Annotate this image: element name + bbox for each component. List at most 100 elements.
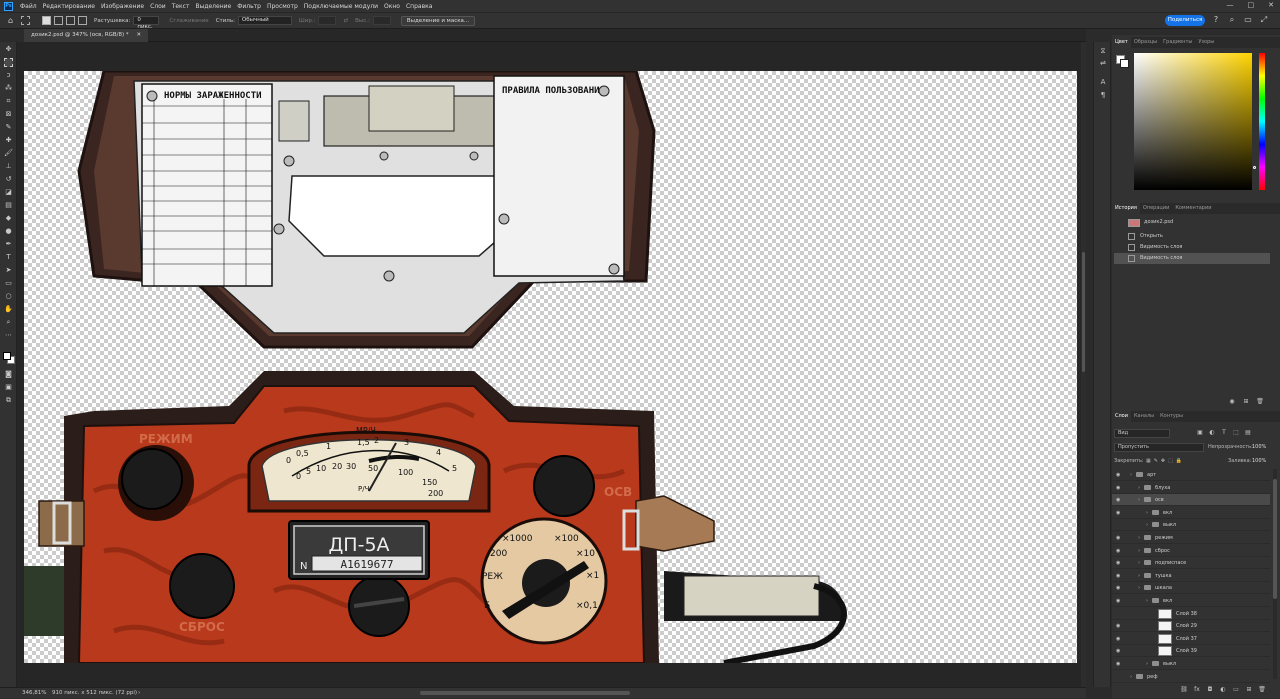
layer-filter-select[interactable]: Вид bbox=[1114, 429, 1170, 438]
layer-group-row[interactable]: › выкл bbox=[1112, 519, 1270, 532]
menu-item[interactable]: Подключаемые модули bbox=[301, 3, 381, 10]
expand-icon[interactable]: ⤢ bbox=[1259, 15, 1269, 25]
panel-tab[interactable]: Контуры bbox=[1157, 411, 1186, 422]
zoom-tool-icon[interactable]: ⌕ bbox=[4, 318, 13, 327]
layer-group-row[interactable]: ◉ › шкала bbox=[1112, 582, 1270, 595]
visibility-eye-icon[interactable]: ◉ bbox=[1116, 485, 1124, 491]
rect-marquee-tool-icon[interactable] bbox=[4, 58, 13, 67]
panel-tab[interactable]: Образцы bbox=[1131, 37, 1160, 48]
history-item[interactable]: Открыть bbox=[1114, 231, 1270, 242]
horizontal-scroll-thumb[interactable] bbox=[420, 691, 630, 695]
panel-tab[interactable]: Градиенты bbox=[1160, 37, 1195, 48]
visibility-eye-icon[interactable]: ◉ bbox=[1116, 472, 1124, 478]
layer-style-icon[interactable]: fx bbox=[1193, 686, 1201, 694]
blend-mode-select[interactable]: Пропустить bbox=[1114, 443, 1204, 452]
layer-row[interactable]: ◉ Слой 37 bbox=[1112, 633, 1270, 645]
frame-tool-icon[interactable]: ⊠ bbox=[4, 110, 13, 119]
layer-row[interactable]: Слой 38 bbox=[1112, 608, 1270, 620]
height-input[interactable] bbox=[372, 16, 391, 25]
visibility-eye-icon[interactable]: ◉ bbox=[1116, 585, 1124, 591]
gradient-tool-icon[interactable]: ▤ bbox=[4, 201, 13, 210]
panel-tab[interactable]: Операции bbox=[1140, 203, 1172, 214]
history-item[interactable]: Видимость слоя bbox=[1114, 242, 1270, 253]
filter-shape-icon[interactable]: ⬚ bbox=[1232, 429, 1240, 437]
minimize-icon[interactable]: — bbox=[1227, 1, 1234, 9]
layer-group-row[interactable]: › реф bbox=[1112, 671, 1270, 683]
background-swatch[interactable] bbox=[1120, 59, 1129, 68]
panel-tab[interactable]: Слои bbox=[1112, 411, 1131, 422]
menu-item[interactable]: Файл bbox=[17, 3, 40, 10]
chevron-icon[interactable]: › bbox=[1146, 658, 1148, 670]
maximize-icon[interactable]: □ bbox=[1248, 1, 1255, 9]
lock-icons[interactable]: ▦✎✥⬚🔒 bbox=[1146, 457, 1185, 466]
status-arrow-icon[interactable]: › bbox=[138, 688, 140, 699]
delete-layer-icon[interactable]: 🗑 bbox=[1258, 686, 1266, 694]
magic-wand-tool-icon[interactable]: ⁂ bbox=[4, 84, 13, 93]
foreground-color-swatch[interactable] bbox=[3, 352, 11, 360]
visibility-eye-icon[interactable]: ◉ bbox=[1116, 548, 1124, 554]
menu-item[interactable]: Текст bbox=[169, 3, 193, 10]
menu-item[interactable]: Окно bbox=[381, 3, 403, 10]
home-icon[interactable]: ⌂ bbox=[6, 16, 15, 25]
fill-value[interactable]: 100% bbox=[1252, 457, 1266, 466]
layer-group-row[interactable]: ◉ › выкл bbox=[1112, 658, 1270, 670]
eyedropper-tool-icon[interactable]: ✎ bbox=[4, 123, 13, 132]
camera-icon[interactable]: ◉ bbox=[1228, 398, 1236, 406]
menu-item[interactable]: Выделение bbox=[192, 3, 234, 10]
visibility-eye-icon[interactable]: ◉ bbox=[1116, 636, 1124, 642]
more-tools-icon[interactable]: ⋯ bbox=[4, 331, 13, 340]
adjustments-icon[interactable]: ⇌ bbox=[1098, 58, 1108, 68]
chevron-icon[interactable]: › bbox=[1138, 494, 1140, 506]
layer-group-row[interactable]: ◉ › сброс bbox=[1112, 545, 1270, 557]
rectangle-tool-icon[interactable]: ▭ bbox=[4, 279, 13, 288]
lasso-tool-icon[interactable]: ↄ bbox=[4, 71, 13, 80]
dodge-tool-icon[interactable]: ● bbox=[4, 227, 13, 236]
panel-tab[interactable]: Узоры bbox=[1195, 37, 1217, 48]
eraser-tool-icon[interactable]: ◪ bbox=[4, 188, 13, 197]
quick-mask-icon[interactable]: ◙ bbox=[4, 370, 13, 379]
feather-input[interactable]: 0 пикс. bbox=[133, 16, 160, 30]
layer-group-row[interactable]: ◉ › арт bbox=[1112, 469, 1270, 481]
subtract-selection-icon[interactable] bbox=[66, 16, 75, 25]
visibility-eye-icon[interactable]: ◉ bbox=[1116, 497, 1124, 503]
filter-type-icon[interactable]: T bbox=[1220, 429, 1228, 437]
vertical-scrollbar[interactable] bbox=[1081, 42, 1086, 687]
hue-slider[interactable] bbox=[1259, 53, 1265, 190]
vertical-scroll-thumb[interactable] bbox=[1082, 252, 1085, 372]
move-tool-icon[interactable]: ✥ bbox=[4, 45, 13, 54]
visibility-eye-icon[interactable]: ◉ bbox=[1116, 573, 1124, 579]
history-brush-tool-icon[interactable]: ↺ bbox=[4, 175, 13, 184]
filter-adjust-icon[interactable]: ◐ bbox=[1208, 429, 1216, 437]
panel-tab[interactable]: Каналы bbox=[1131, 411, 1157, 422]
visibility-eye-icon[interactable]: ◉ bbox=[1116, 648, 1124, 654]
layer-group-row[interactable]: ◉ › блуха bbox=[1112, 482, 1270, 494]
layer-group-row[interactable]: ◉ › вкл bbox=[1112, 595, 1270, 607]
chevron-icon[interactable]: › bbox=[1138, 545, 1140, 557]
new-selection-icon[interactable] bbox=[42, 16, 51, 25]
share-button[interactable]: Поделиться bbox=[1165, 15, 1205, 26]
chevron-icon[interactable]: › bbox=[1138, 582, 1140, 594]
layer-group-row[interactable]: ◉ › подписпасе bbox=[1112, 557, 1270, 570]
zoom-level[interactable]: 346,81% bbox=[22, 688, 46, 699]
new-group-icon[interactable]: ▭ bbox=[1232, 686, 1240, 694]
type-tool-icon[interactable]: T bbox=[4, 253, 13, 262]
panel-tab[interactable]: История bbox=[1112, 203, 1140, 214]
search-icon[interactable]: ⌕ bbox=[1227, 15, 1237, 25]
character-panel-icon[interactable]: A bbox=[1098, 77, 1108, 87]
visibility-eye-icon[interactable]: ◉ bbox=[1116, 510, 1124, 516]
workspace-icon[interactable]: ▭ bbox=[1243, 15, 1253, 25]
visibility-eye-icon[interactable]: ◉ bbox=[1116, 535, 1124, 541]
add-mask-icon[interactable]: ◘ bbox=[1206, 686, 1214, 694]
chevron-icon[interactable]: › bbox=[1146, 519, 1148, 531]
close-tab-icon[interactable]: ✕ bbox=[136, 32, 141, 38]
visibility-eye-icon[interactable]: ◉ bbox=[1116, 598, 1124, 604]
new-layer-icon[interactable]: ⊞ bbox=[1245, 686, 1253, 694]
link-layers-icon[interactable]: ⛓ bbox=[1180, 686, 1188, 694]
visibility-eye-icon[interactable] bbox=[1116, 674, 1124, 680]
select-and-mask-button[interactable]: Выделение и маска... bbox=[400, 15, 476, 26]
add-selection-icon[interactable] bbox=[54, 16, 63, 25]
visibility-eye-icon[interactable]: ◉ bbox=[1116, 560, 1124, 566]
screen-mode-icon[interactable]: ▣ bbox=[4, 383, 13, 392]
history-panel-icon[interactable]: ⧖ bbox=[1098, 46, 1108, 56]
layer-group-row[interactable]: ◉ › вкл bbox=[1112, 507, 1270, 519]
